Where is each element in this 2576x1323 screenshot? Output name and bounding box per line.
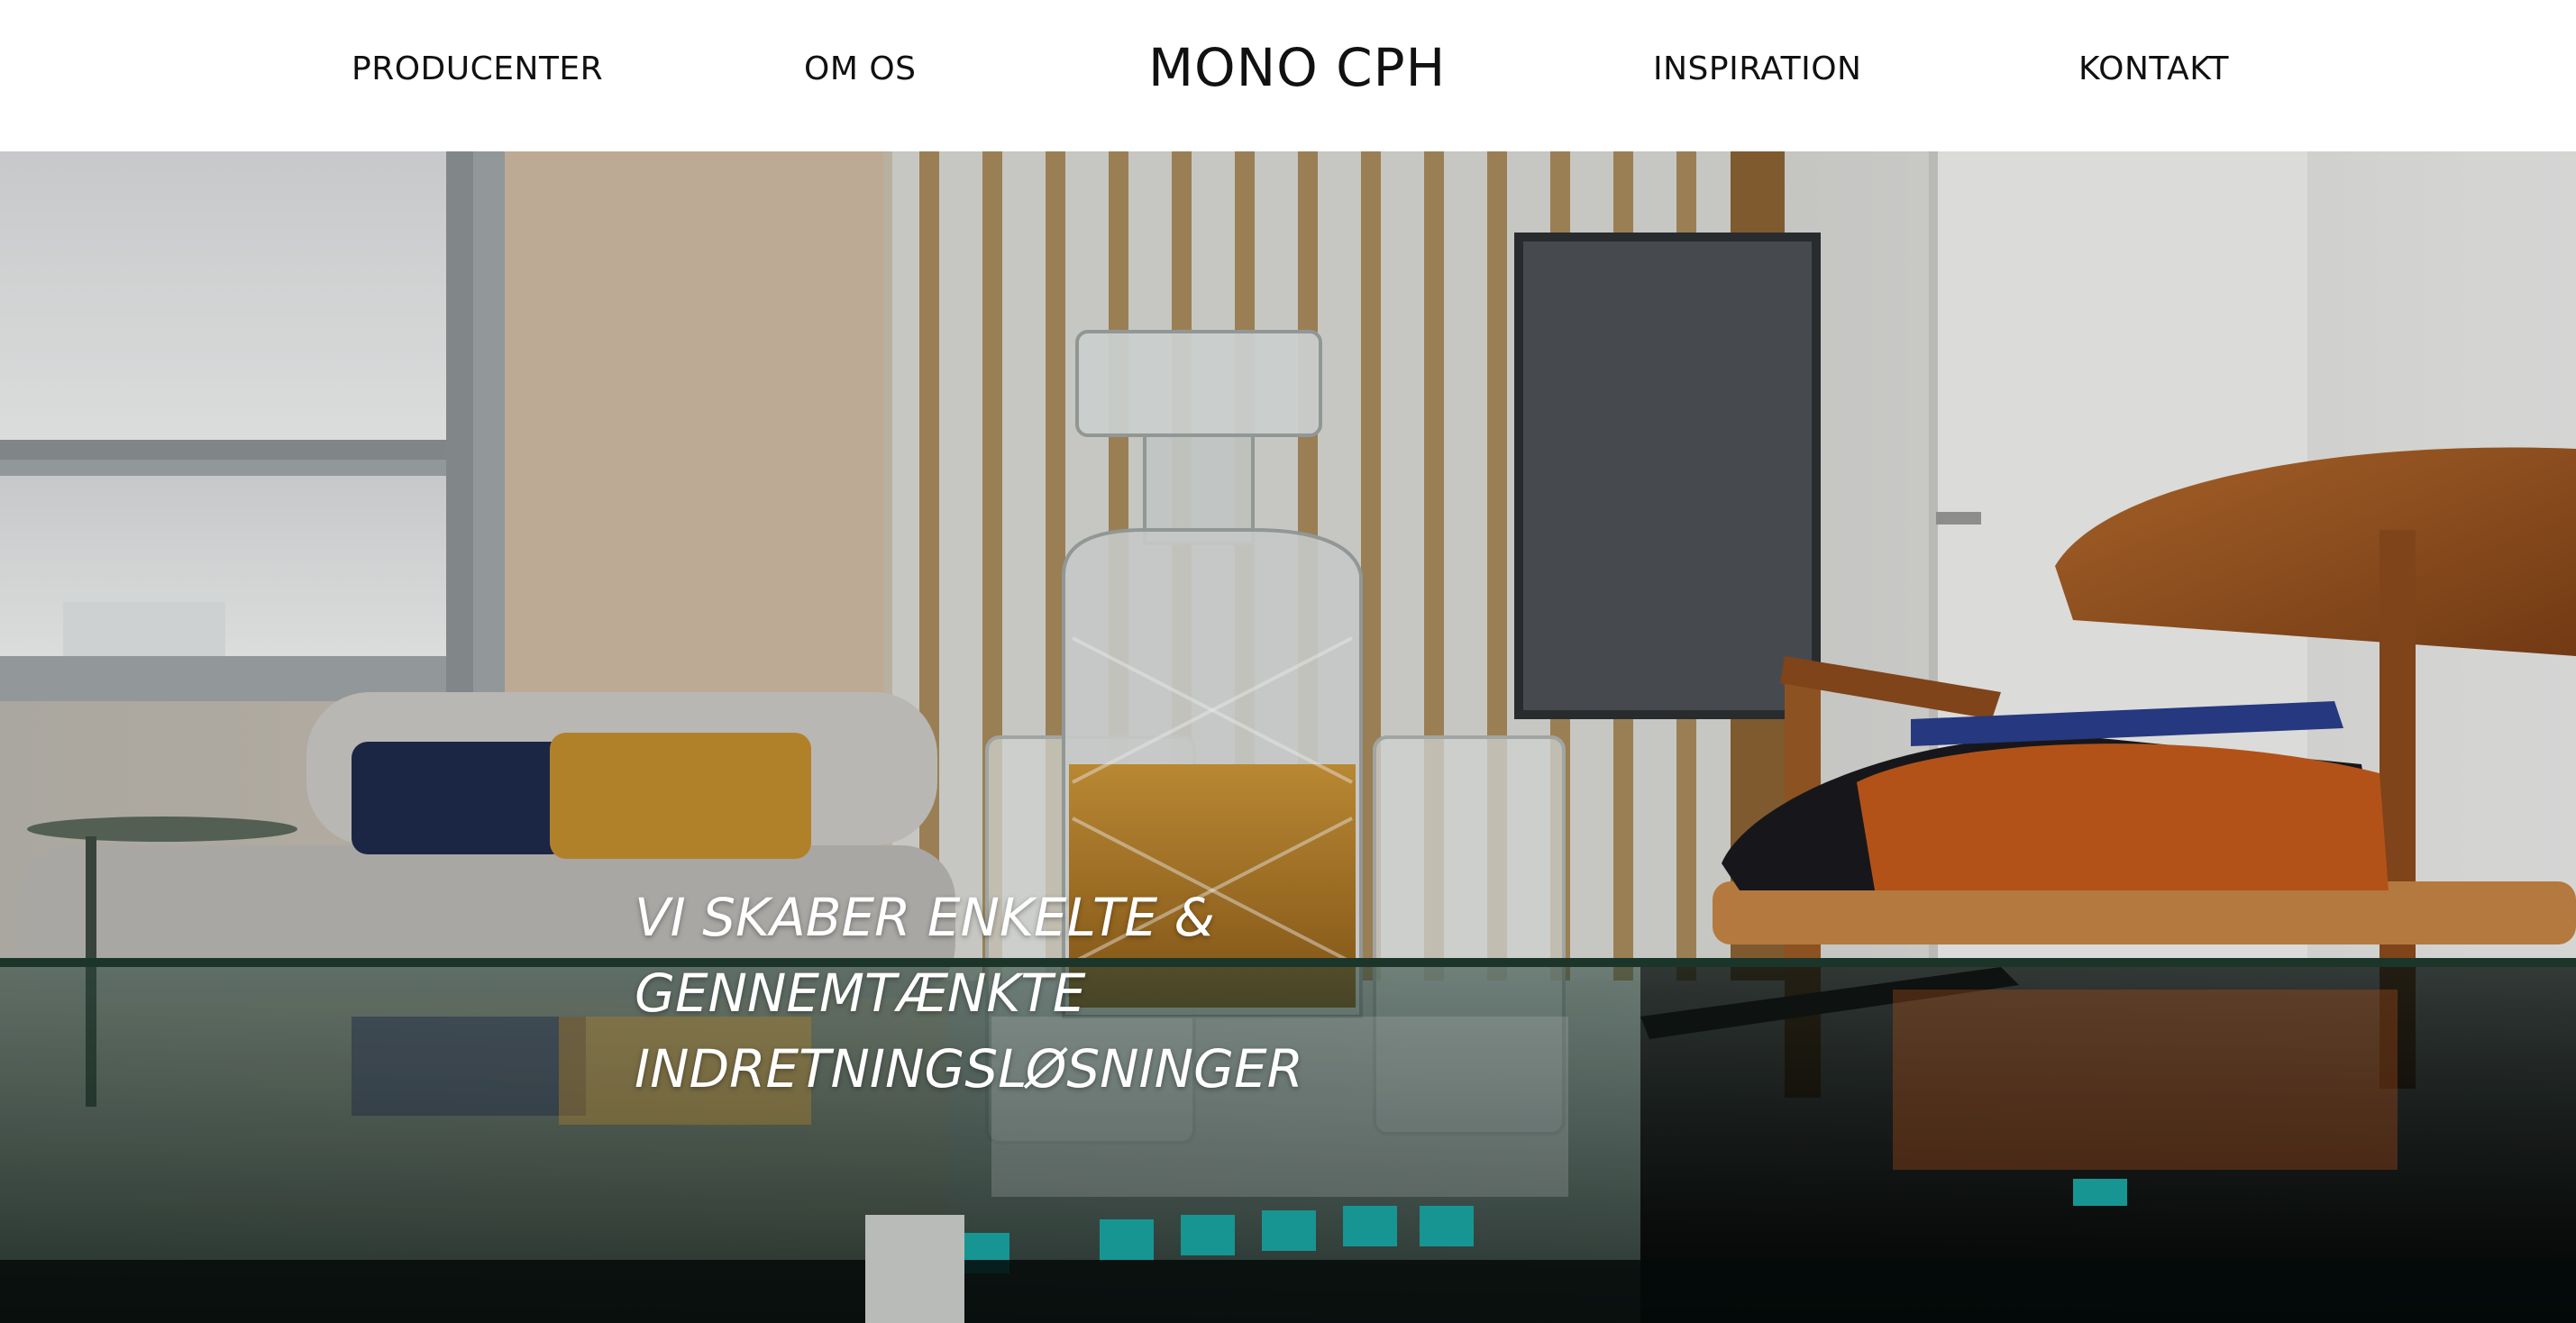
nav-link-om-os[interactable]: OM OS xyxy=(804,45,917,94)
nav-link-producenter[interactable]: PRODUCENTER xyxy=(352,45,603,94)
hero-headline-line: GENNEMTÆNKTE xyxy=(635,963,1086,1024)
hero-video: VI SKABER ENKELTE & GENNEMTÆNKTE INDRETN… xyxy=(0,151,2576,1323)
hero-headline-line: VI SKABER ENKELTE & xyxy=(635,887,1215,948)
site-header: PRODUCENTER OM OS MONO CPH INSPIRATION K… xyxy=(0,0,2576,151)
brand-logo[interactable]: MONO CPH xyxy=(1148,32,1446,103)
hero-background-image xyxy=(0,151,2576,1323)
hero-headline-line: INDRETNINGSLØSNINGER xyxy=(635,1038,1303,1099)
hero-headline: VI SKABER ENKELTE & GENNEMTÆNKTE INDRETN… xyxy=(635,880,1626,1107)
nav-link-inspiration[interactable]: INSPIRATION xyxy=(1653,45,1861,94)
nav-link-kontakt[interactable]: KONTAKT xyxy=(2078,45,2229,94)
